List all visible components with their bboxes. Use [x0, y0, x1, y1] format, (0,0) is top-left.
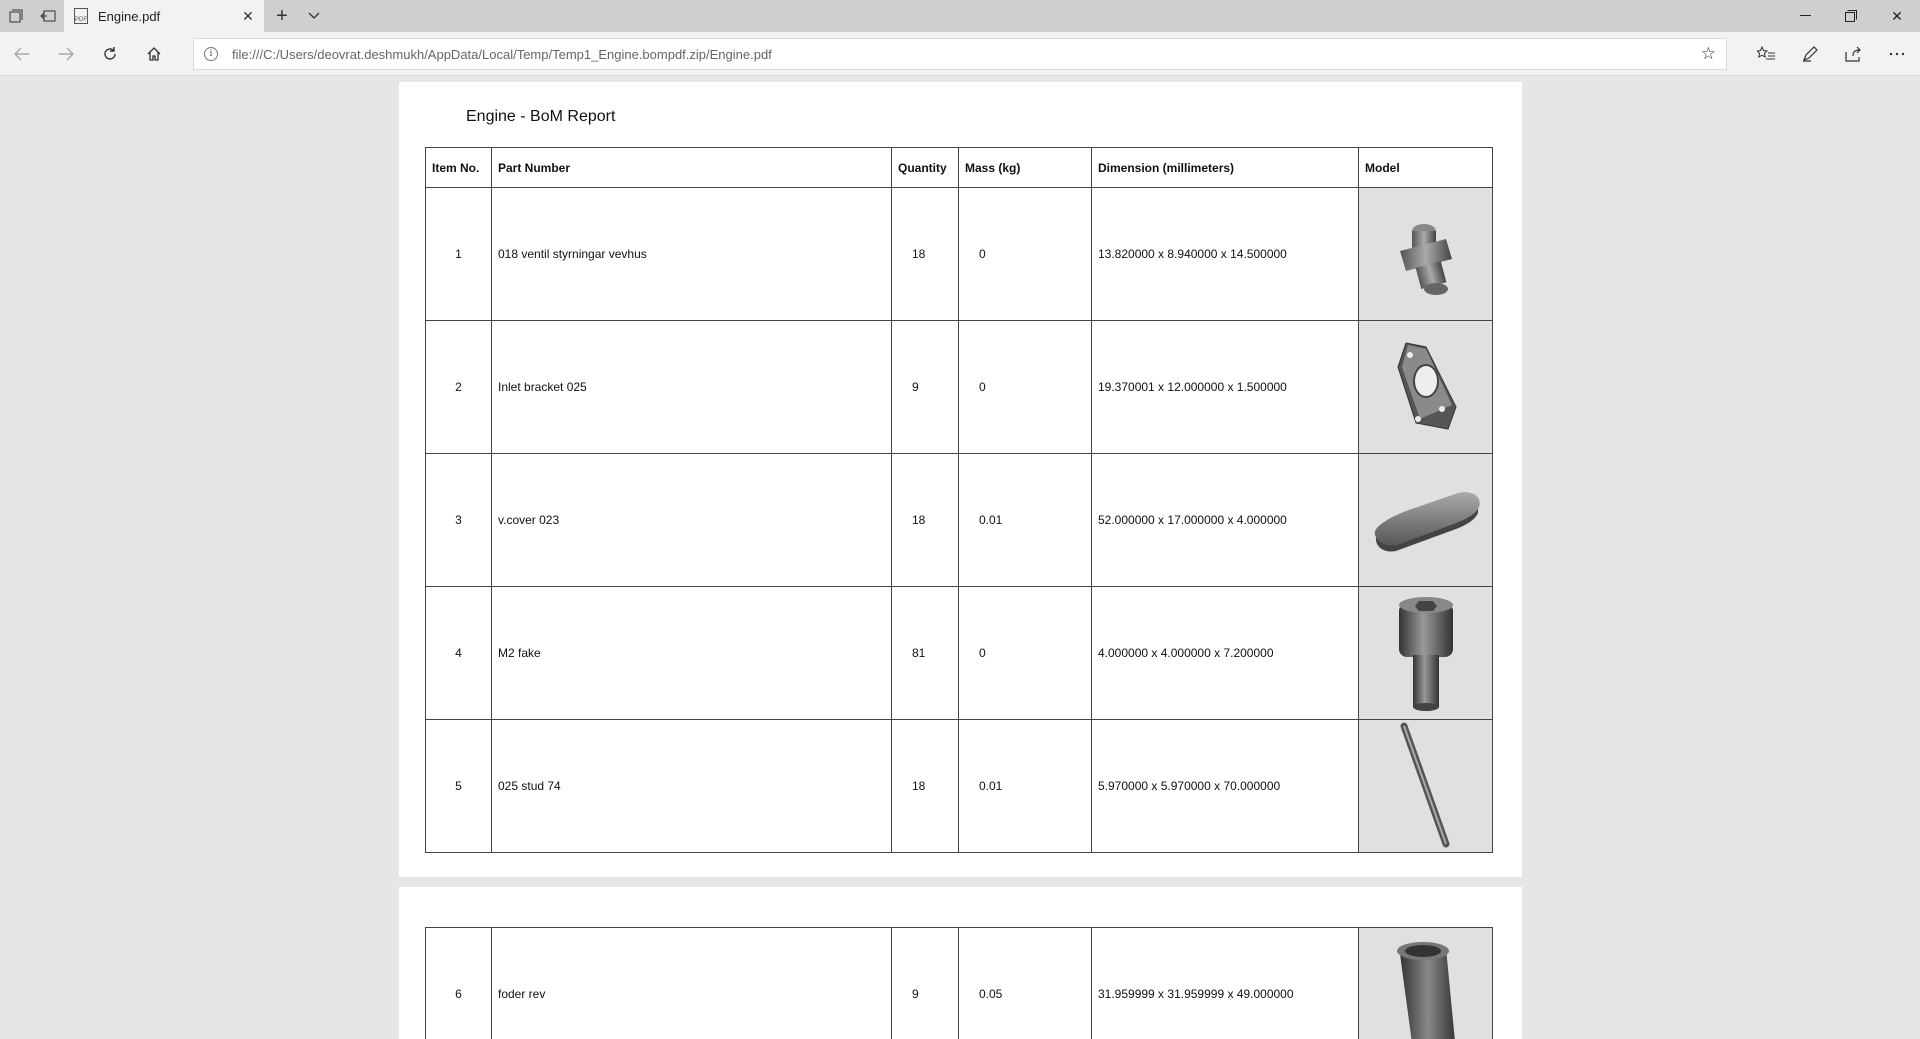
tab-actions-icon[interactable]: [0, 0, 32, 32]
back-icon[interactable]: [4, 38, 40, 70]
bom-table: Item No. Part Number Quantity Mass (kg) …: [425, 147, 1493, 853]
model-cell: [1358, 320, 1493, 454]
item-no-cell: 5: [425, 719, 492, 853]
close-tab-icon[interactable]: ✕: [232, 0, 264, 32]
minimize-icon[interactable]: [1782, 0, 1828, 32]
item-no-cell: 4: [425, 586, 492, 720]
header-part-number: Part Number: [491, 147, 892, 188]
mass-cell: 0.01: [958, 453, 1092, 587]
model-cell: [1358, 586, 1493, 720]
item-no-cell: 1: [425, 187, 492, 321]
part-number-cell: M2 fake: [491, 586, 892, 720]
pen-notes-icon[interactable]: [1790, 38, 1830, 70]
mass-cell: 0.05: [958, 927, 1092, 1039]
new-tab-icon[interactable]: +: [266, 0, 298, 32]
quantity-cell: 9: [891, 927, 959, 1039]
table-row: 4 M2 fake 81 0 4.000000 x 4.000000 x 7.2…: [425, 586, 1493, 720]
address-bar[interactable]: i file:///C:/Users/deovrat.deshmukh/AppD…: [193, 38, 1727, 70]
item-no-cell: 6: [425, 927, 492, 1039]
part-number-cell: v.cover 023: [491, 453, 892, 587]
quantity-cell: 18: [891, 453, 959, 587]
share-icon[interactable]: [1833, 38, 1873, 70]
oval-cover-icon: [1374, 492, 1480, 552]
header-model: Model: [1358, 147, 1493, 188]
table-row: 3 v.cover 023 18 0.01 52.000000 x 17.000…: [425, 453, 1493, 587]
part-number-cell: 018 ventil styrningar vevhus: [491, 187, 892, 321]
info-icon[interactable]: i: [204, 47, 218, 61]
favorites-list-icon[interactable]: [1746, 38, 1786, 70]
mass-cell: 0: [958, 586, 1092, 720]
part-number-cell: Inlet bracket 025: [491, 320, 892, 454]
dimension-cell: 5.970000 x 5.970000 x 70.000000: [1091, 719, 1359, 853]
navigation-bar: i file:///C:/Users/deovrat.deshmukh/AppD…: [0, 32, 1920, 76]
table-header-row: Item No. Part Number Quantity Mass (kg) …: [425, 147, 1493, 188]
header-quantity: Quantity: [891, 147, 959, 188]
title-bar: PDF Engine.pdf ✕ + ✕: [0, 0, 1920, 32]
table-row: 6 foder rev 9 0.05 31.959999 x 31.959999…: [425, 927, 1493, 1039]
part-number-cell: 025 stud 74: [491, 719, 892, 853]
bom-table-continued: 6 foder rev 9 0.05 31.959999 x 31.959999…: [425, 927, 1493, 1039]
quantity-cell: 81: [891, 586, 959, 720]
address-url[interactable]: file:///C:/Users/deovrat.deshmukh/AppDat…: [232, 47, 772, 62]
chevron-down-icon[interactable]: [300, 0, 328, 32]
model-cell: [1358, 927, 1493, 1039]
socket-screw-icon: [1398, 597, 1453, 711]
mass-cell: 0: [958, 320, 1092, 454]
tab-engine-pdf[interactable]: PDF Engine.pdf ✕: [64, 0, 264, 32]
pdf-viewer[interactable]: Engine - BoM Report Item No. Part Number…: [0, 77, 1920, 1039]
refresh-icon[interactable]: [92, 38, 128, 70]
part-number-cell: foder rev: [491, 927, 892, 1039]
restore-icon[interactable]: [1828, 0, 1874, 32]
pdf-file-icon: PDF: [74, 8, 88, 24]
forward-icon[interactable]: [48, 38, 84, 70]
header-item-no: Item No.: [425, 147, 492, 188]
dimension-cell: 4.000000 x 4.000000 x 7.200000: [1091, 586, 1359, 720]
pdf-page-1: Engine - BoM Report Item No. Part Number…: [399, 82, 1522, 877]
table-row: 5 025 stud 74 18 0.01 5.970000 x 5.97000…: [425, 719, 1493, 853]
quantity-cell: 9: [891, 320, 959, 454]
quantity-cell: 18: [891, 719, 959, 853]
more-menu-icon[interactable]: [1877, 38, 1917, 70]
dimension-cell: 52.000000 x 17.000000 x 4.000000: [1091, 453, 1359, 587]
table-row: 2 Inlet bracket 025 9 0 19.370001 x 12.0…: [425, 320, 1493, 454]
item-no-cell: 2: [425, 320, 492, 454]
bracket-plate-icon: [1396, 342, 1457, 430]
header-dimension: Dimension (millimeters): [1091, 147, 1359, 188]
home-icon[interactable]: [136, 38, 172, 70]
report-title: Engine - BoM Report: [466, 108, 616, 125]
valve-guide-housing-icon: [1399, 224, 1452, 295]
item-no-cell: 3: [425, 453, 492, 587]
mass-cell: 0: [958, 187, 1092, 321]
model-cell: [1358, 453, 1493, 587]
dimension-cell: 19.370001 x 12.000000 x 1.500000: [1091, 320, 1359, 454]
mass-cell: 0.01: [958, 719, 1092, 853]
stud-rod-icon: [1400, 722, 1449, 848]
liner-tube-icon: [1396, 942, 1455, 1039]
model-cell: [1358, 719, 1493, 853]
quantity-cell: 18: [891, 187, 959, 321]
dimension-cell: 31.959999 x 31.959999 x 49.000000: [1091, 927, 1359, 1039]
tab-title: Engine.pdf: [98, 8, 161, 24]
pdf-page-2: 6 foder rev 9 0.05 31.959999 x 31.959999…: [399, 887, 1522, 1039]
close-window-icon[interactable]: ✕: [1874, 0, 1920, 32]
dimension-cell: 13.820000 x 8.940000 x 14.500000: [1091, 187, 1359, 321]
table-row: 1 018 ventil styrningar vevhus 18 0 13.8…: [425, 187, 1493, 321]
model-cell: [1358, 187, 1493, 321]
set-tabs-aside-icon[interactable]: [32, 0, 64, 32]
header-mass: Mass (kg): [958, 147, 1092, 188]
favorite-star-icon[interactable]: ☆: [1701, 44, 1716, 64]
